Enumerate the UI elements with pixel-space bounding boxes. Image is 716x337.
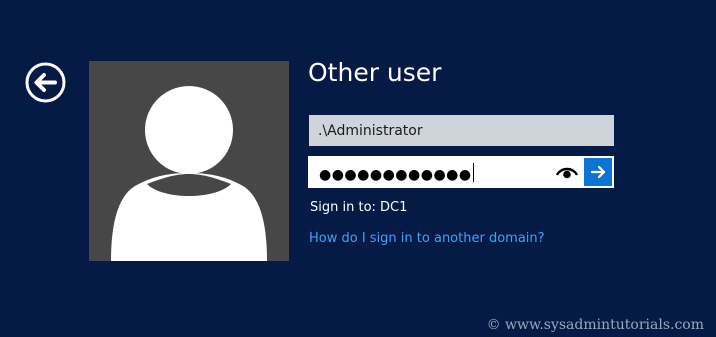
avatar <box>89 61 289 261</box>
text-caret <box>472 163 474 182</box>
password-field[interactable]: ●●●●●●●●●●●● <box>308 156 614 188</box>
sign-in-to-text: Sign in to: DC1 <box>310 200 407 215</box>
user-silhouette-icon <box>111 86 267 261</box>
eye-icon <box>555 167 579 179</box>
back-arrow-icon <box>25 62 66 103</box>
sign-in-domain: DC1 <box>380 200 408 215</box>
username-field[interactable] <box>309 115 614 146</box>
password-masked-value: ●●●●●●●●●●●● <box>319 163 474 183</box>
page-title: Other user <box>308 58 442 87</box>
reveal-password-button[interactable] <box>555 164 579 180</box>
other-domain-help-link[interactable]: How do I sign in to another domain? <box>309 231 545 246</box>
watermark: © www.sysadmintutorials.com <box>486 317 704 333</box>
right-arrow-icon <box>590 165 606 179</box>
sign-in-to-label: Sign in to: <box>310 200 376 215</box>
submit-button[interactable] <box>584 158 612 186</box>
back-button[interactable] <box>25 62 66 103</box>
